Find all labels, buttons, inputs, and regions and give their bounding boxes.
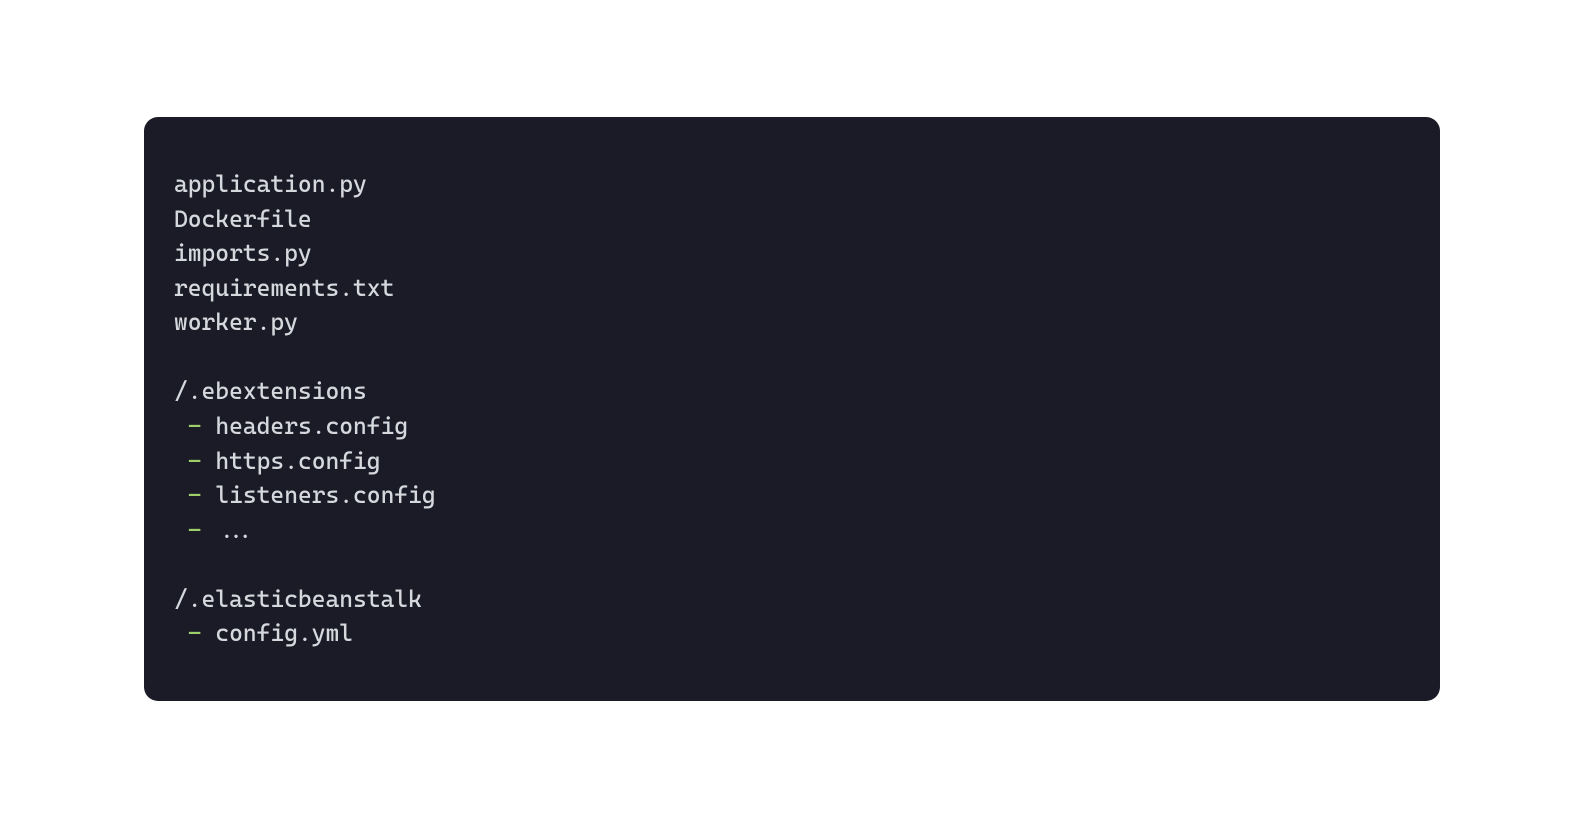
- code-line: - https.config: [174, 444, 1410, 479]
- code-line: - headers.config: [174, 409, 1410, 444]
- code-text: /.elasticbeanstalk: [174, 585, 422, 613]
- code-line: requirements.txt: [174, 271, 1410, 306]
- code-text: headers.config: [215, 412, 408, 440]
- code-line: [174, 340, 1410, 375]
- code-text: requirements.txt: [174, 274, 394, 302]
- list-dash: -: [188, 447, 202, 475]
- code-text: ...: [215, 516, 256, 544]
- code-line: /.ebextensions: [174, 374, 1410, 409]
- code-text: worker.py: [174, 308, 298, 336]
- code-line: /.elasticbeanstalk: [174, 582, 1410, 617]
- code-text: /.ebextensions: [174, 377, 367, 405]
- code-text: https.config: [215, 447, 380, 475]
- list-dash: -: [188, 516, 202, 544]
- code-line: Dockerfile: [174, 202, 1410, 237]
- code-text: application.py: [174, 170, 367, 198]
- code-line: - ...: [174, 513, 1410, 548]
- code-line: worker.py: [174, 305, 1410, 340]
- list-dash: -: [188, 619, 202, 647]
- code-line: - config.yml: [174, 616, 1410, 651]
- code-text: Dockerfile: [174, 205, 312, 233]
- code-text: config.yml: [215, 619, 353, 647]
- code-line: - listeners.config: [174, 478, 1410, 513]
- list-dash: -: [188, 412, 202, 440]
- list-dash: -: [188, 481, 202, 509]
- code-line: application.py: [174, 167, 1410, 202]
- code-block: application.py Dockerfile imports.py requir…: [144, 117, 1440, 700]
- code-line: [174, 547, 1410, 582]
- code-text: imports.py: [174, 239, 312, 267]
- code-line: imports.py: [174, 236, 1410, 271]
- code-text: listeners.config: [215, 481, 435, 509]
